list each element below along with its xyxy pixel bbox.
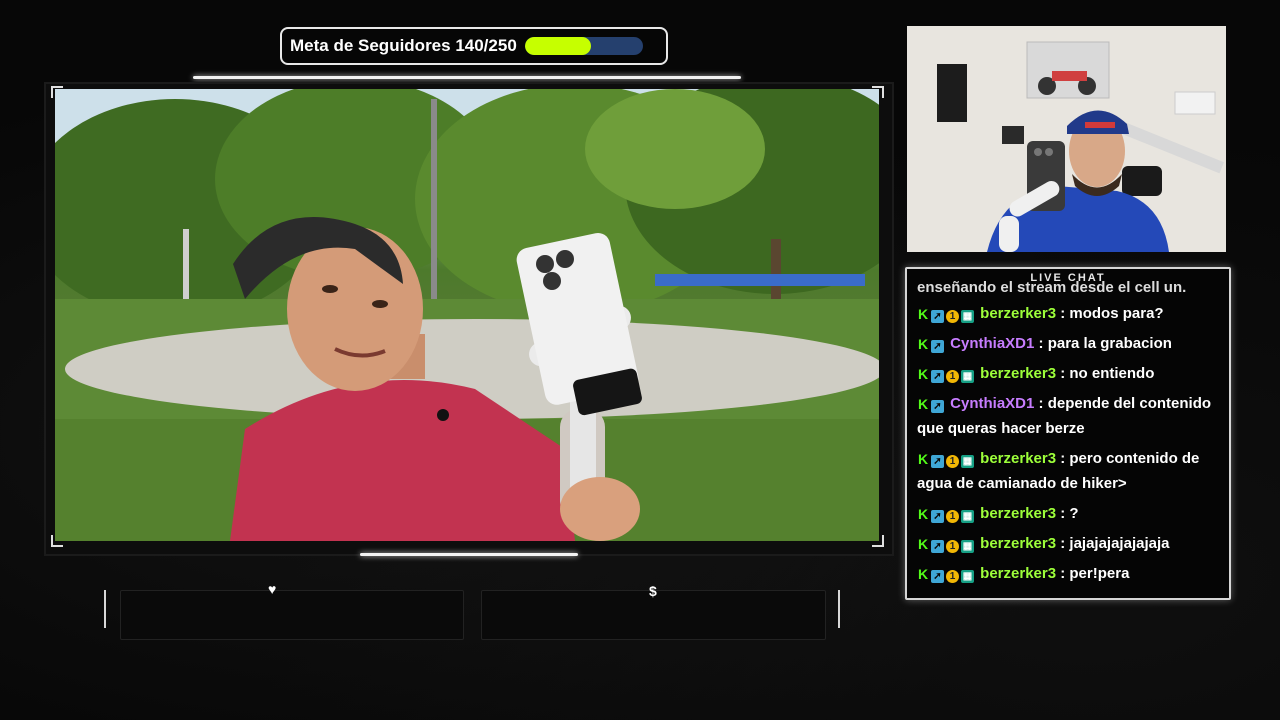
bottom-glow-divider	[360, 553, 578, 556]
coin-badge-icon: 1	[946, 540, 959, 553]
coin-badge-icon: 1	[946, 370, 959, 383]
coin-badge-icon: 1	[946, 570, 959, 583]
follower-goal-widget: Meta de Seguidores 140/250	[280, 27, 668, 65]
chat-message-partial: enseñando el stream desde el cell un.	[917, 281, 1187, 295]
kick-badge-icon: K	[917, 506, 929, 522]
chat-username[interactable]: CynthiaXD1	[946, 395, 1039, 412]
chat-username[interactable]: berzerker3	[976, 305, 1060, 322]
arrow-badge-icon: ➚	[931, 310, 944, 323]
kick-badge-icon: K	[917, 306, 929, 322]
followers-panel	[120, 590, 464, 640]
heart-icon: ♥	[268, 581, 277, 597]
kick-badge-icon: K	[917, 451, 929, 467]
coin-badge-icon: 1	[946, 510, 959, 523]
kick-badge-icon: K	[917, 566, 929, 582]
chat-message-text: : para la grabacion	[1038, 335, 1172, 352]
gift-badge-icon: ▦	[961, 370, 974, 383]
arrow-badge-icon: ➚	[931, 540, 944, 553]
arrow-badge-icon: ➚	[931, 340, 944, 353]
chat-message-list[interactable]: enseñando el stream desde el cell un. K ➚…	[917, 281, 1223, 598]
chat-message: K ➚ 1 ▦ berzerker3 : per!pera	[917, 561, 1223, 586]
kick-badge-icon: K	[917, 396, 929, 412]
kick-badge-icon: K	[917, 366, 929, 382]
live-chat-panel: LIVE CHAT enseñando el stream desde el c…	[905, 267, 1231, 600]
chat-message-text: : per!pera	[1060, 565, 1130, 582]
kick-badge-icon: K	[917, 336, 929, 352]
chat-message: K ➚ CynthiaXD1 : para la grabacion	[917, 331, 1223, 356]
gift-badge-icon: ▦	[961, 570, 974, 583]
chat-username[interactable]: berzerker3	[976, 505, 1060, 522]
frame-corner-top-right	[872, 86, 884, 98]
chat-username[interactable]: CynthiaXD1	[946, 335, 1039, 352]
coin-badge-icon: 1	[946, 455, 959, 468]
arrow-badge-icon: ➚	[931, 510, 944, 523]
chat-message: K ➚ 1 ▦ berzerker3 : pero contenido de agua…	[917, 446, 1223, 496]
dollar-icon: $	[649, 583, 657, 599]
left-panel-edge	[104, 590, 106, 628]
gift-badge-icon: ▦	[961, 455, 974, 468]
arrow-badge-icon: ➚	[931, 370, 944, 383]
chat-message-text: : jajajajajajajaja	[1060, 535, 1170, 552]
chat-message: K ➚ CynthiaXD1 : depende del contenido qu…	[917, 391, 1223, 441]
chat-message: K ➚ 1 ▦ berzerker3 : modos para?	[917, 301, 1223, 326]
arrow-badge-icon: ➚	[931, 570, 944, 583]
follower-goal-label: Meta de Seguidores 140/250	[290, 36, 517, 55]
chat-username[interactable]: berzerker3	[976, 535, 1060, 552]
follower-goal-progress-fill	[524, 37, 591, 55]
frame-corner-bottom-left	[51, 535, 63, 547]
frame-corner-top-left	[51, 86, 63, 98]
chat-message-text: : ?	[1060, 505, 1079, 522]
top-glow-divider	[193, 76, 741, 79]
streamer-webcam-image	[907, 26, 1226, 252]
chat-message-text: : no entiendo	[1060, 365, 1155, 382]
webcam-feed	[907, 26, 1226, 252]
chat-username[interactable]: berzerker3	[976, 365, 1060, 382]
main-video-feed	[55, 89, 879, 541]
chat-username[interactable]: berzerker3	[976, 450, 1060, 467]
chat-message-text: : modos para?	[1060, 305, 1164, 322]
park-scene-image	[55, 89, 879, 541]
arrow-badge-icon: ➚	[931, 400, 944, 413]
arrow-badge-icon: ➚	[931, 455, 944, 468]
gift-badge-icon: ▦	[961, 540, 974, 553]
gift-badge-icon: ▦	[961, 510, 974, 523]
kick-badge-icon: K	[917, 536, 929, 552]
chat-username[interactable]: berzerker3	[976, 565, 1060, 582]
gift-badge-icon: ▦	[961, 310, 974, 323]
frame-corner-bottom-right	[872, 535, 884, 547]
chat-message: K ➚ 1 ▦ berzerker3 : no entiendo	[917, 361, 1223, 386]
coin-badge-icon: 1	[946, 310, 959, 323]
chat-message: K ➚ 1 ▦ berzerker3 : jajajajajajajaja	[917, 531, 1223, 556]
right-panel-edge	[838, 590, 840, 628]
follower-goal-progress-track	[524, 37, 643, 55]
chat-message: K ➚ 1 ▦ berzerker3 : ?	[917, 501, 1223, 526]
